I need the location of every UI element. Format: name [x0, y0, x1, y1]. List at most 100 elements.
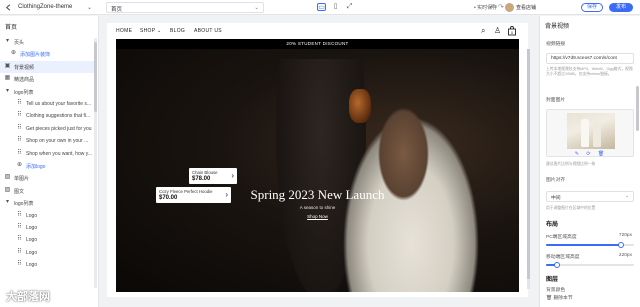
pc-height-slider[interactable]	[546, 242, 634, 248]
avatar[interactable]	[505, 3, 514, 12]
tree-item[interactable]: ⠿ Clothing suggestions that fi...	[0, 110, 95, 122]
drag-handle-icon: ⠿	[17, 112, 22, 119]
tree-item[interactable]: ⠿ Logo	[0, 247, 95, 259]
tree-item-label: 页头	[14, 40, 25, 46]
announcement-bar: 20% STUDENT DISCOUNT	[116, 39, 519, 49]
caret-down-icon[interactable]: ▾	[4, 38, 11, 45]
tree-item[interactable]: ▦ 精选商品	[0, 73, 95, 85]
tree-item[interactable]: ⠿ Logo	[0, 210, 95, 222]
cart-icon[interactable]: 0	[507, 26, 517, 36]
tree-item[interactable]: ▣ 背景视频	[0, 60, 95, 73]
product-name: Cozy Fleece Perfect Hoodie	[159, 189, 213, 194]
save-button[interactable]: 保存	[581, 3, 603, 12]
chevron-right-icon: ›	[231, 171, 234, 180]
tree-item-label: 背景视频	[14, 64, 35, 71]
video-help-text: 上传本地视频仅支持MP4、WebM、Ogg格式，视频大小不超过10MB，仅支持v…	[546, 67, 633, 76]
store-navbar: HOME SHOP ⌄ BLOG ABOUT US ⌕ ♙ 0	[107, 23, 528, 39]
tree-item-label: Logo	[26, 237, 38, 244]
tree-item[interactable]: ⠿ Logo	[0, 222, 95, 234]
caret-down-icon[interactable]: ▾	[4, 199, 11, 206]
tree-item-label: Get pieces picked just for you	[26, 125, 92, 132]
svg-text:0: 0	[511, 31, 513, 35]
product-price: $78.00	[192, 176, 211, 182]
chevron-right-icon: ›	[225, 190, 228, 199]
drag-handle-icon: ⠿	[17, 100, 22, 106]
tree-item-label: Shop when you want, how y...	[26, 150, 93, 157]
nav-blog[interactable]: BLOG	[170, 28, 185, 34]
back-arrow-icon[interactable]	[4, 3, 13, 12]
desktop-view-icon[interactable]: ▭	[317, 3, 326, 11]
background-video-section[interactable]: Spring 2023 New Launch A season to shine…	[116, 49, 519, 292]
mobile-height-slider[interactable]	[546, 262, 634, 268]
tree-item[interactable]: ⠿ Shop on your own in your ...	[0, 135, 95, 147]
redo-icon[interactable]: ↷	[498, 3, 504, 11]
tree-item[interactable]: ▨ 单图片	[0, 172, 95, 184]
chevron-down-icon: ⌄	[254, 5, 259, 11]
cover-image-actions[interactable]: ✎ ⟳ 🗑	[547, 151, 635, 157]
tree-item-label: logo列表	[14, 89, 34, 96]
background-color-label: 背景颜色	[546, 288, 566, 293]
chevron-down-icon: ⌄	[624, 194, 629, 199]
tree-item[interactable]: ⠿ Shop when you want, how y...	[0, 148, 95, 160]
tree-item-label: Logo	[26, 212, 38, 219]
account-icon[interactable]: ♙	[494, 26, 501, 35]
publish-button[interactable]: 发布	[609, 3, 633, 12]
drag-handle-icon: ⠿	[17, 137, 22, 144]
tree-item-label: Logo	[26, 262, 38, 269]
nav-home[interactable]: HOME	[116, 28, 132, 34]
page-selector[interactable]: 首页 ⌄	[106, 2, 264, 13]
tree-item[interactable]: ▾ logo列表	[0, 197, 95, 209]
pc-height-value: 720px	[618, 233, 632, 238]
tree-item-label: Clothing suggestions that fi...	[26, 113, 91, 120]
section-tree-panel: 首页 ▾ 页头 ⊕ 添加图片装饰 ▣ 背景视频 ▦ 精选商品 ▾ logo列表 ⠿ Tell us a…	[0, 16, 99, 307]
tree-item-label: Logo	[26, 249, 38, 256]
scrollbar[interactable]	[527, 49, 530, 289]
drag-handle-icon: ⠿	[17, 248, 22, 255]
fullscreen-icon[interactable]: ⤢	[345, 3, 354, 11]
plus-icon: ⊕	[10, 50, 17, 57]
nav-shop[interactable]: SHOP ⌄	[140, 28, 161, 34]
shop-now-link[interactable]: Shop Now	[116, 214, 519, 219]
chevron-down-icon[interactable]: ⌄	[87, 4, 92, 11]
nav-about[interactable]: ABOUT US	[194, 28, 222, 34]
delete-section-button[interactable]: 🗑 删除本节	[546, 294, 573, 301]
pc-height-label: PC端区域高度	[546, 235, 577, 240]
tree-item-label: Logo	[26, 225, 38, 231]
product-hotspot-tag[interactable]: Cozy Fleece Perfect Hoodie $70.00 ›	[156, 187, 231, 203]
tree-item[interactable]: ⠿ Get pieces picked just for you	[0, 123, 95, 135]
cover-image-picker[interactable]: ✎ ⟳ 🗑	[546, 109, 634, 157]
caret-down-icon[interactable]: ▾	[4, 88, 11, 95]
tree-item-label: 图文	[14, 188, 25, 195]
tree-item[interactable]: ▨ 图文	[0, 185, 95, 197]
cover-image-label: 封面图片	[546, 98, 566, 103]
video-link-input[interactable]: https://v7d9.sceos7.com/s/cont	[546, 53, 634, 64]
settings-title: 背景视频	[545, 24, 570, 30]
tree-item[interactable]: ▾ logo列表	[0, 86, 95, 98]
tree-item[interactable]: ▾ 页头	[0, 36, 95, 48]
tree-item[interactable]: ⠿ Tell us about your favorite s...	[0, 98, 95, 110]
product-hotspot-tag[interactable]: Chain Blouse $78.00 ›	[189, 168, 237, 184]
image-icon: ▨	[4, 174, 11, 181]
tree-item-label: 单图片	[14, 176, 30, 183]
tree-item[interactable]: ⊕ 添加图片装饰	[0, 48, 95, 60]
drag-handle-icon: ⠿	[17, 236, 22, 243]
grid-icon: ▦	[4, 75, 11, 82]
search-icon[interactable]: ⌕	[481, 26, 485, 36]
video-icon: ▣	[4, 62, 11, 69]
mobile-view-icon[interactable]: ▯	[331, 3, 340, 11]
scrollbar[interactable]	[636, 86, 639, 131]
undo-icon[interactable]: ↶	[490, 3, 496, 11]
drag-handle-icon: ⠿	[17, 124, 22, 131]
image-align-select[interactable]: 中间 ⌄	[546, 191, 634, 202]
view-store-link[interactable]: 查看店铺	[516, 4, 536, 11]
video-link-label: 视频链接	[546, 42, 566, 47]
settings-panel: 背景视频 视频链接 https://v7d9.sceos7.com/s/cont…	[539, 16, 640, 307]
delete-section-label: 删除本节	[553, 296, 573, 301]
tree-item[interactable]: ⠿ Logo	[0, 259, 95, 271]
scrollbar[interactable]	[94, 38, 97, 288]
cover-image-preview	[567, 113, 615, 149]
tree-item-label: 添加图片装饰	[20, 52, 51, 59]
align-help-text: 用于调整图片在区域中的位置	[546, 206, 596, 210]
tree-item[interactable]: ⠿ Logo	[0, 234, 95, 246]
tree-item[interactable]: ⊕ 添加logo	[0, 160, 95, 172]
